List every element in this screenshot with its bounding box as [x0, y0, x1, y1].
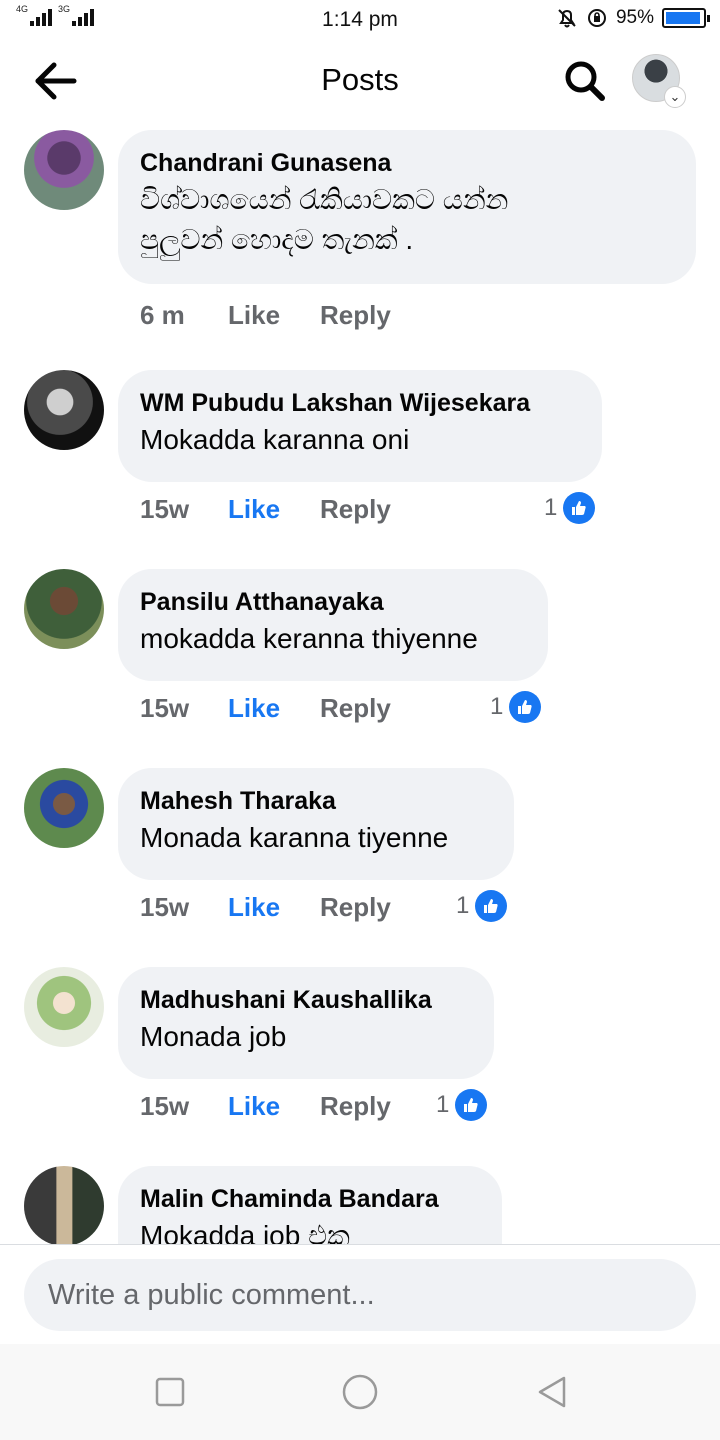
battery-percent: 95% — [615, 7, 654, 28]
thumbs-up-icon — [455, 1089, 488, 1121]
reaction-number: 1 — [490, 693, 504, 720]
profile-menu-button[interactable]: ⌄ — [632, 54, 686, 108]
battery-icon — [662, 8, 710, 28]
comment-author[interactable]: Madhushani Kaushallika — [140, 983, 472, 1017]
reaction-number: 1 — [544, 494, 558, 521]
avatar[interactable] — [24, 569, 104, 649]
comment-text: Monada job — [140, 1021, 287, 1052]
status-bar: 4G 3G 1:14 pm 95% — [0, 0, 720, 38]
comment-author[interactable]: Chandrani Gunasena — [140, 146, 674, 180]
like-button[interactable]: Like — [228, 300, 320, 331]
avatar[interactable] — [24, 768, 104, 848]
comment-text: විශ්වාශයෙන් රැකියාවකට යන්න — [140, 184, 509, 215]
like-button[interactable]: Like — [228, 693, 320, 724]
comment-list[interactable]: Chandrani Gunasena විශ්වාශයෙන් රැකියාවකට… — [0, 124, 720, 1244]
mute-bell-icon — [558, 9, 576, 28]
thumbs-up-icon — [509, 691, 542, 723]
chevron-down-icon: ⌄ — [664, 86, 686, 108]
comment-actions: 15w Like Reply — [140, 693, 391, 724]
recents-square-icon[interactable] — [150, 1372, 190, 1412]
thumbs-up-icon — [563, 492, 596, 524]
reply-button[interactable]: Reply — [320, 1091, 391, 1122]
home-circle-icon[interactable] — [340, 1372, 380, 1412]
reply-button[interactable]: Reply — [320, 693, 391, 724]
comment-bubble: WM Pubudu Lakshan Wijesekara Mokadda kar… — [118, 370, 602, 482]
comment-time: 15w — [140, 693, 190, 723]
comment-bubble: Chandrani Gunasena විශ්වාශයෙන් රැකියාවකට… — [118, 130, 696, 284]
avatar[interactable] — [24, 130, 104, 210]
comment-text: Mokadda karanna oni — [140, 424, 410, 455]
data-saver-icon — [587, 9, 606, 27]
comment-time: 6 m — [140, 300, 185, 330]
comment-bubble: Malin Chaminda Bandara Mokadda job එක — [118, 1166, 502, 1244]
avatar[interactable] — [24, 1166, 104, 1244]
reply-button[interactable]: Reply — [320, 892, 391, 923]
reaction-count[interactable]: 1 — [544, 492, 596, 524]
comment-actions: 15w Like Reply — [140, 1091, 391, 1122]
search-icon[interactable] — [560, 56, 610, 106]
comment-actions: 15w Like Reply — [140, 494, 391, 525]
comment-author[interactable]: WM Pubudu Lakshan Wijesekara — [140, 386, 580, 420]
comment-time: 15w — [140, 1091, 190, 1121]
comment-author[interactable]: Malin Chaminda Bandara — [140, 1182, 480, 1216]
reaction-count[interactable]: 1 — [490, 691, 542, 723]
comment-time: 15w — [140, 494, 190, 524]
status-right: 95% — [556, 7, 710, 29]
avatar[interactable] — [24, 967, 104, 1047]
header-bar: Posts ⌄ — [0, 40, 720, 124]
comment-text: Mokadda job එක — [140, 1220, 350, 1244]
avatar[interactable] — [24, 370, 104, 450]
comment-author[interactable]: Mahesh Tharaka — [140, 784, 492, 818]
comment-bubble: Pansilu Atthanayaka mokadda keranna thiy… — [118, 569, 548, 681]
comment-text: mokadda keranna thiyenne — [140, 623, 478, 654]
thumbs-up-icon — [475, 890, 508, 922]
system-navigation-bar — [0, 1344, 720, 1440]
reaction-count[interactable]: 1 — [456, 890, 508, 922]
like-button[interactable]: Like — [228, 1091, 320, 1122]
comment-time: 15w — [140, 892, 190, 922]
comment-actions: 6 m Like Reply — [140, 300, 391, 331]
like-button[interactable]: Like — [228, 494, 320, 525]
comment-bubble: Mahesh Tharaka Monada karanna tiyenne — [118, 768, 514, 880]
comment-composer: Write a public comment... — [0, 1244, 720, 1344]
page-title: Posts — [321, 62, 399, 97]
reaction-number: 1 — [456, 892, 470, 919]
reaction-number: 1 — [436, 1091, 450, 1118]
comment-bubble: Madhushani Kaushallika Monada job — [118, 967, 494, 1079]
comment-input[interactable]: Write a public comment... — [24, 1259, 696, 1331]
comment-text: Monada karanna tiyenne — [140, 822, 449, 853]
battery-level — [666, 12, 701, 24]
reply-button[interactable]: Reply — [320, 300, 391, 331]
comment-actions: 15w Like Reply — [140, 892, 391, 923]
reply-button[interactable]: Reply — [320, 494, 391, 525]
like-button[interactable]: Like — [228, 892, 320, 923]
comment-author[interactable]: Pansilu Atthanayaka — [140, 585, 526, 619]
back-triangle-icon[interactable] — [532, 1372, 572, 1412]
comment-text: පුලුවන් හොදම තැනක් . — [140, 224, 414, 255]
reaction-count[interactable]: 1 — [436, 1089, 488, 1121]
